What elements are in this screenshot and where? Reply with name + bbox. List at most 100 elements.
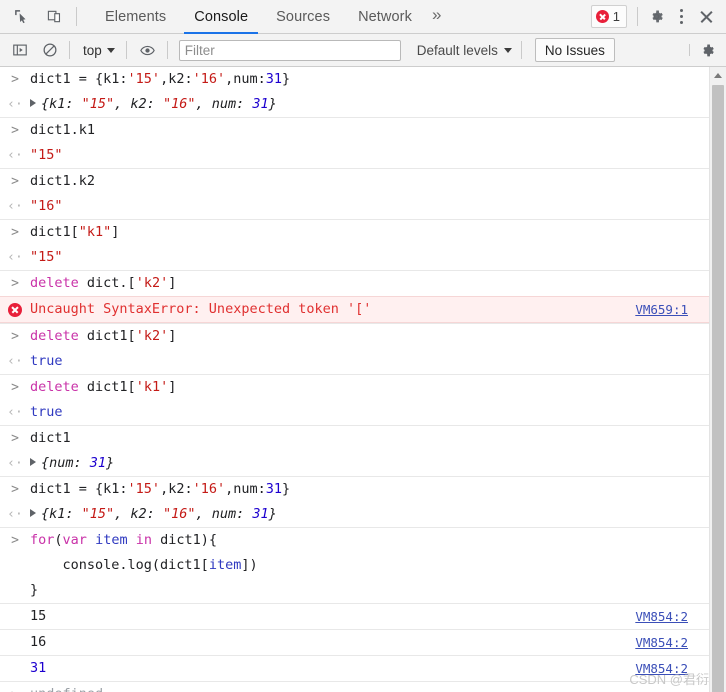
tab-elements[interactable]: Elements: [91, 0, 180, 33]
more-tabs-glyph: »: [431, 5, 442, 24]
kebab-menu-icon[interactable]: [671, 5, 691, 29]
device-toolbar-icon[interactable]: [41, 4, 67, 30]
token-var: item: [95, 532, 128, 548]
console-input-row[interactable]: > dict1 = {k1:'15',k2:'16',num:31}: [0, 67, 709, 92]
console-log-row[interactable]: 16 VM854:2: [0, 629, 709, 655]
devtools-window: Elements Console Sources Network » 1 top…: [0, 0, 726, 692]
input-prompt-icon: >: [11, 431, 19, 446]
console-row-content: Uncaught SyntaxError: Unexpected token '…: [30, 297, 709, 322]
log-levels-select[interactable]: Default levels: [414, 43, 515, 58]
input-prompt-icon: >: [11, 276, 19, 291]
console-input-row[interactable]: > dict1: [0, 425, 709, 451]
token-plain: ]: [168, 379, 177, 395]
expand-triangle-icon[interactable]: [30, 508, 36, 517]
console-row-content: {k1: "15", k2: "16", num: 31}: [30, 502, 709, 527]
tab-console[interactable]: Console: [180, 0, 262, 34]
token-str: "15": [81, 96, 115, 112]
console-toolbar-right: [687, 37, 720, 63]
console-output-row[interactable]: ‹· "15": [0, 143, 709, 168]
tab-label: Sources: [276, 8, 331, 25]
token-plain: ]: [111, 224, 120, 240]
source-link[interactable]: VM854:2: [635, 630, 688, 655]
console-row-content: dict1.k2: [30, 169, 709, 194]
token-bool: true: [30, 353, 63, 369]
console-row-content: "15": [30, 245, 709, 270]
source-link[interactable]: VM854:2: [635, 656, 688, 681]
token-str: 'k2': [135, 328, 169, 344]
token-plain: ,num:: [225, 71, 266, 87]
more-tabs-icon[interactable]: »: [426, 0, 451, 33]
console-message-list: > dict1 = {k1:'15',k2:'16',num:31} ‹· {k1: …: [0, 67, 726, 692]
console-output-row[interactable]: ‹· "15": [0, 245, 709, 270]
console-output-row[interactable]: ‹· true: [0, 349, 709, 374]
token-plain: ,k2:: [160, 481, 193, 497]
console-row-content: true: [30, 400, 709, 425]
expand-triangle-icon[interactable]: [30, 98, 36, 107]
token-plain: dict1[: [78, 379, 136, 395]
console-log-row[interactable]: 31 VM854:2: [0, 655, 709, 681]
console-input-row-multiline[interactable]: > for(var item in dict1){ console.log(dic…: [0, 527, 709, 603]
console-output-row[interactable]: ‹· {num: 31}: [0, 451, 709, 476]
token-num: 31: [252, 96, 269, 112]
input-prompt-icon: >: [11, 174, 19, 189]
clear-console-icon[interactable]: [37, 37, 63, 63]
console-input-row[interactable]: > delete dict1['k2']: [0, 323, 709, 349]
tab-network[interactable]: Network: [344, 0, 426, 33]
token-kw: var: [62, 532, 87, 548]
inspect-element-icon[interactable]: [8, 4, 34, 30]
source-link[interactable]: VM854:2: [635, 604, 688, 629]
execution-context-select[interactable]: top: [78, 39, 120, 61]
gear-icon[interactable]: [643, 4, 669, 30]
output-return-icon: ‹·: [7, 250, 23, 265]
console-error-row[interactable]: Uncaught SyntaxError: Unexpected token '…: [0, 296, 709, 323]
console-output-row[interactable]: ‹· true: [0, 400, 709, 425]
filter-input[interactable]: [178, 39, 401, 61]
console-input-row[interactable]: > dict1 = {k1:'15',k2:'16',num:31}: [0, 476, 709, 502]
live-expression-icon[interactable]: [135, 37, 161, 63]
token-str: 'k1': [135, 379, 169, 395]
toolbar-divider: [125, 41, 127, 59]
gear-glyph: [651, 10, 663, 23]
input-prompt-icon: >: [11, 533, 19, 548]
token-plain: ]: [168, 275, 177, 291]
token-bool: true: [30, 404, 63, 420]
token-plain: , num:: [195, 506, 253, 522]
console-output-row[interactable]: ‹· {k1: "15", k2: "16", num: 31}: [0, 502, 709, 527]
console-log-row[interactable]: 15 VM854:2: [0, 603, 709, 629]
console-input-row[interactable]: > delete dict1['k1']: [0, 374, 709, 400]
console-input-row[interactable]: > dict1.k1: [0, 117, 709, 143]
source-link[interactable]: VM659:1: [635, 297, 688, 322]
console-settings-gear-icon[interactable]: [694, 37, 720, 63]
console-output-row[interactable]: ‹· {k1: "15", k2: "16", num: 31}: [0, 92, 709, 117]
token-str: "k1": [78, 224, 112, 240]
token-plain: dict1.k1: [30, 122, 96, 138]
token-plain: {k1:: [41, 96, 82, 112]
console-input-row[interactable]: > delete dict.['k2']: [0, 270, 709, 296]
close-icon[interactable]: [693, 4, 719, 30]
issues-label: No Issues: [544, 42, 605, 58]
console-sidebar-icon[interactable]: [7, 37, 33, 63]
console-row-content: for(var item in dict1){ console.log(dict…: [30, 528, 709, 603]
console-input-row[interactable]: > dict1.k2: [0, 168, 709, 194]
token-plain: }: [268, 506, 277, 522]
token-plain: ,k2:: [160, 71, 193, 87]
error-circle-x-icon: [8, 302, 22, 317]
error-count-badge[interactable]: 1: [590, 5, 627, 28]
console-output-row[interactable]: ‹·undefined: [0, 681, 709, 692]
token-kw: delete: [30, 328, 79, 344]
scrollbar-up-arrow[interactable]: [710, 67, 726, 84]
scrollbar-thumb[interactable]: [712, 85, 724, 692]
kebab-dot: [679, 9, 683, 12]
token-plain: }: [268, 96, 277, 112]
token-plain: dict1[: [30, 224, 79, 240]
issues-button[interactable]: No Issues: [534, 38, 615, 62]
console-scrollbar[interactable]: [709, 67, 726, 692]
console-output-row[interactable]: ‹· "16": [0, 194, 709, 219]
input-prompt-icon: >: [11, 380, 19, 395]
console-row-content: 16: [30, 630, 709, 655]
input-prompt-icon: >: [11, 123, 19, 138]
token-plain: dict1 = {k1:: [30, 481, 128, 497]
tab-sources[interactable]: Sources: [262, 0, 344, 33]
console-input-row[interactable]: > dict1["k1"]: [0, 219, 709, 245]
expand-triangle-icon[interactable]: [30, 457, 36, 466]
